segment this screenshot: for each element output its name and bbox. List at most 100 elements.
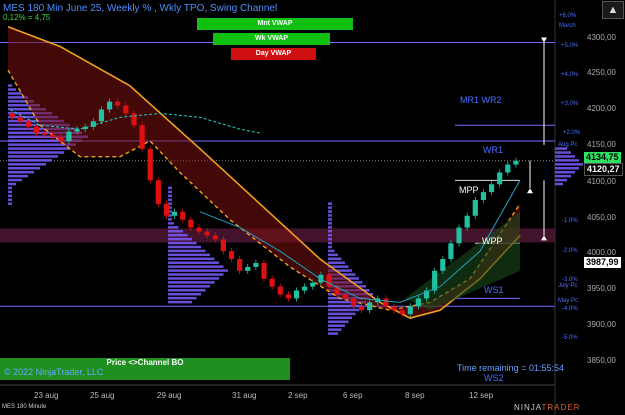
profile-bar xyxy=(168,186,172,190)
candle-body xyxy=(383,298,389,307)
candle-body xyxy=(302,286,308,291)
candle-body xyxy=(456,227,462,244)
candle-body xyxy=(237,259,243,271)
pct-tick: +2.0% xyxy=(563,130,581,136)
pct-tick: -1.0% xyxy=(562,218,578,224)
profile-bar xyxy=(328,222,332,225)
pct-tick: -2.0% xyxy=(562,248,578,254)
time-tick: 2 sep xyxy=(288,391,308,400)
candle xyxy=(472,196,478,219)
candle-body xyxy=(440,259,446,271)
candle-body xyxy=(131,113,137,126)
instrument-footer: MES 180 Minute xyxy=(2,404,47,410)
period-label: May Pc xyxy=(558,298,579,304)
level-label-mpp: MPP xyxy=(459,185,479,195)
candle-body xyxy=(245,266,251,271)
profile-bar xyxy=(8,174,28,178)
pct-tick: +5.0% xyxy=(561,43,579,49)
candle xyxy=(448,240,454,263)
profile-bar xyxy=(555,182,563,186)
candle-body xyxy=(358,306,365,311)
profile-bar xyxy=(328,249,335,253)
profile-bar xyxy=(328,226,332,229)
profile-bar xyxy=(168,289,206,292)
profile-bar xyxy=(8,167,40,170)
candle-body xyxy=(74,129,80,132)
candle-body xyxy=(505,164,511,173)
candle-body xyxy=(17,117,23,122)
candle-body xyxy=(66,131,72,141)
time-tick: 25 aug xyxy=(90,391,115,400)
candle-body xyxy=(293,290,300,299)
profile-bar xyxy=(328,324,345,327)
profile-bar xyxy=(168,253,210,257)
brand-right: TRADER xyxy=(541,403,581,412)
profile-bar xyxy=(555,163,583,166)
profile-bar xyxy=(168,261,219,264)
candle-body xyxy=(391,306,397,311)
candle-body xyxy=(342,294,348,299)
candle-body xyxy=(180,211,186,220)
price-tick: 4250,00 xyxy=(587,68,616,77)
chart-subtitle: 0,12% = 4,75 xyxy=(3,13,51,22)
price-tick: 3950,00 xyxy=(587,284,616,293)
candle-body xyxy=(407,306,413,315)
profile-bar xyxy=(8,147,70,150)
chart-toggle-button[interactable]: ▲ xyxy=(602,1,624,19)
candle xyxy=(456,224,462,247)
candle xyxy=(261,259,267,282)
profile-bar xyxy=(328,257,342,261)
profile-bar xyxy=(328,214,332,217)
time-tick: 31 aug xyxy=(232,391,257,400)
candle xyxy=(147,145,153,184)
candle-body xyxy=(98,109,105,122)
profile-bar xyxy=(328,312,356,316)
profile-bar xyxy=(328,218,332,221)
candle-body xyxy=(33,126,40,134)
profile-bar xyxy=(168,285,210,288)
pct-tick: -5.0% xyxy=(562,335,578,341)
weekly-vwap-button[interactable]: Wk VWAP xyxy=(213,33,330,45)
profile-bar xyxy=(168,237,192,241)
price-tick: 3900,00 xyxy=(587,320,616,329)
price-tag: 3987,99 xyxy=(584,257,621,268)
profile-bar xyxy=(328,237,332,241)
candle-body xyxy=(261,262,267,279)
candle-body xyxy=(41,133,48,135)
price-tick: 4150,00 xyxy=(587,140,616,149)
level-label-ws1: WS1 xyxy=(484,285,504,295)
profile-bar xyxy=(168,198,172,201)
time-tick: 6 sep xyxy=(343,391,363,400)
candle-body xyxy=(188,219,194,228)
price-chart[interactable] xyxy=(0,0,625,415)
profile-bar xyxy=(328,202,332,205)
profile-bar xyxy=(8,182,16,186)
period-label: July Pc xyxy=(558,283,578,289)
profile-bar xyxy=(168,194,172,198)
level-label-wpp: WPP xyxy=(482,236,503,246)
pct-tick: +4.0% xyxy=(561,72,579,78)
profile-bar xyxy=(168,265,224,268)
profile-bar xyxy=(8,84,12,87)
price-tick: 4100,00 xyxy=(587,177,616,186)
profile-bar xyxy=(168,281,215,284)
candle-body xyxy=(488,184,495,193)
candle-body xyxy=(123,105,129,114)
time-tick: 29 aug xyxy=(157,391,182,400)
candle-body xyxy=(106,101,113,110)
price-tick: 4300,00 xyxy=(587,33,616,42)
monthly-vwap-button[interactable]: Mnt VWAP xyxy=(197,18,353,30)
profile-bar xyxy=(8,159,52,162)
candle-body xyxy=(448,243,454,260)
profile-bar xyxy=(8,186,12,190)
profile-bar xyxy=(555,151,571,154)
price-tag: 4120,27 xyxy=(584,163,623,176)
profile-bar xyxy=(168,233,188,237)
level-label-wr1: WR1 xyxy=(483,145,503,155)
profile-bar xyxy=(555,167,579,170)
candle-body xyxy=(497,172,503,185)
profile-bar xyxy=(8,155,58,158)
profile-bar xyxy=(168,218,172,221)
profile-bar xyxy=(168,241,197,245)
daily-vwap-button[interactable]: Day VWAP xyxy=(231,48,316,60)
